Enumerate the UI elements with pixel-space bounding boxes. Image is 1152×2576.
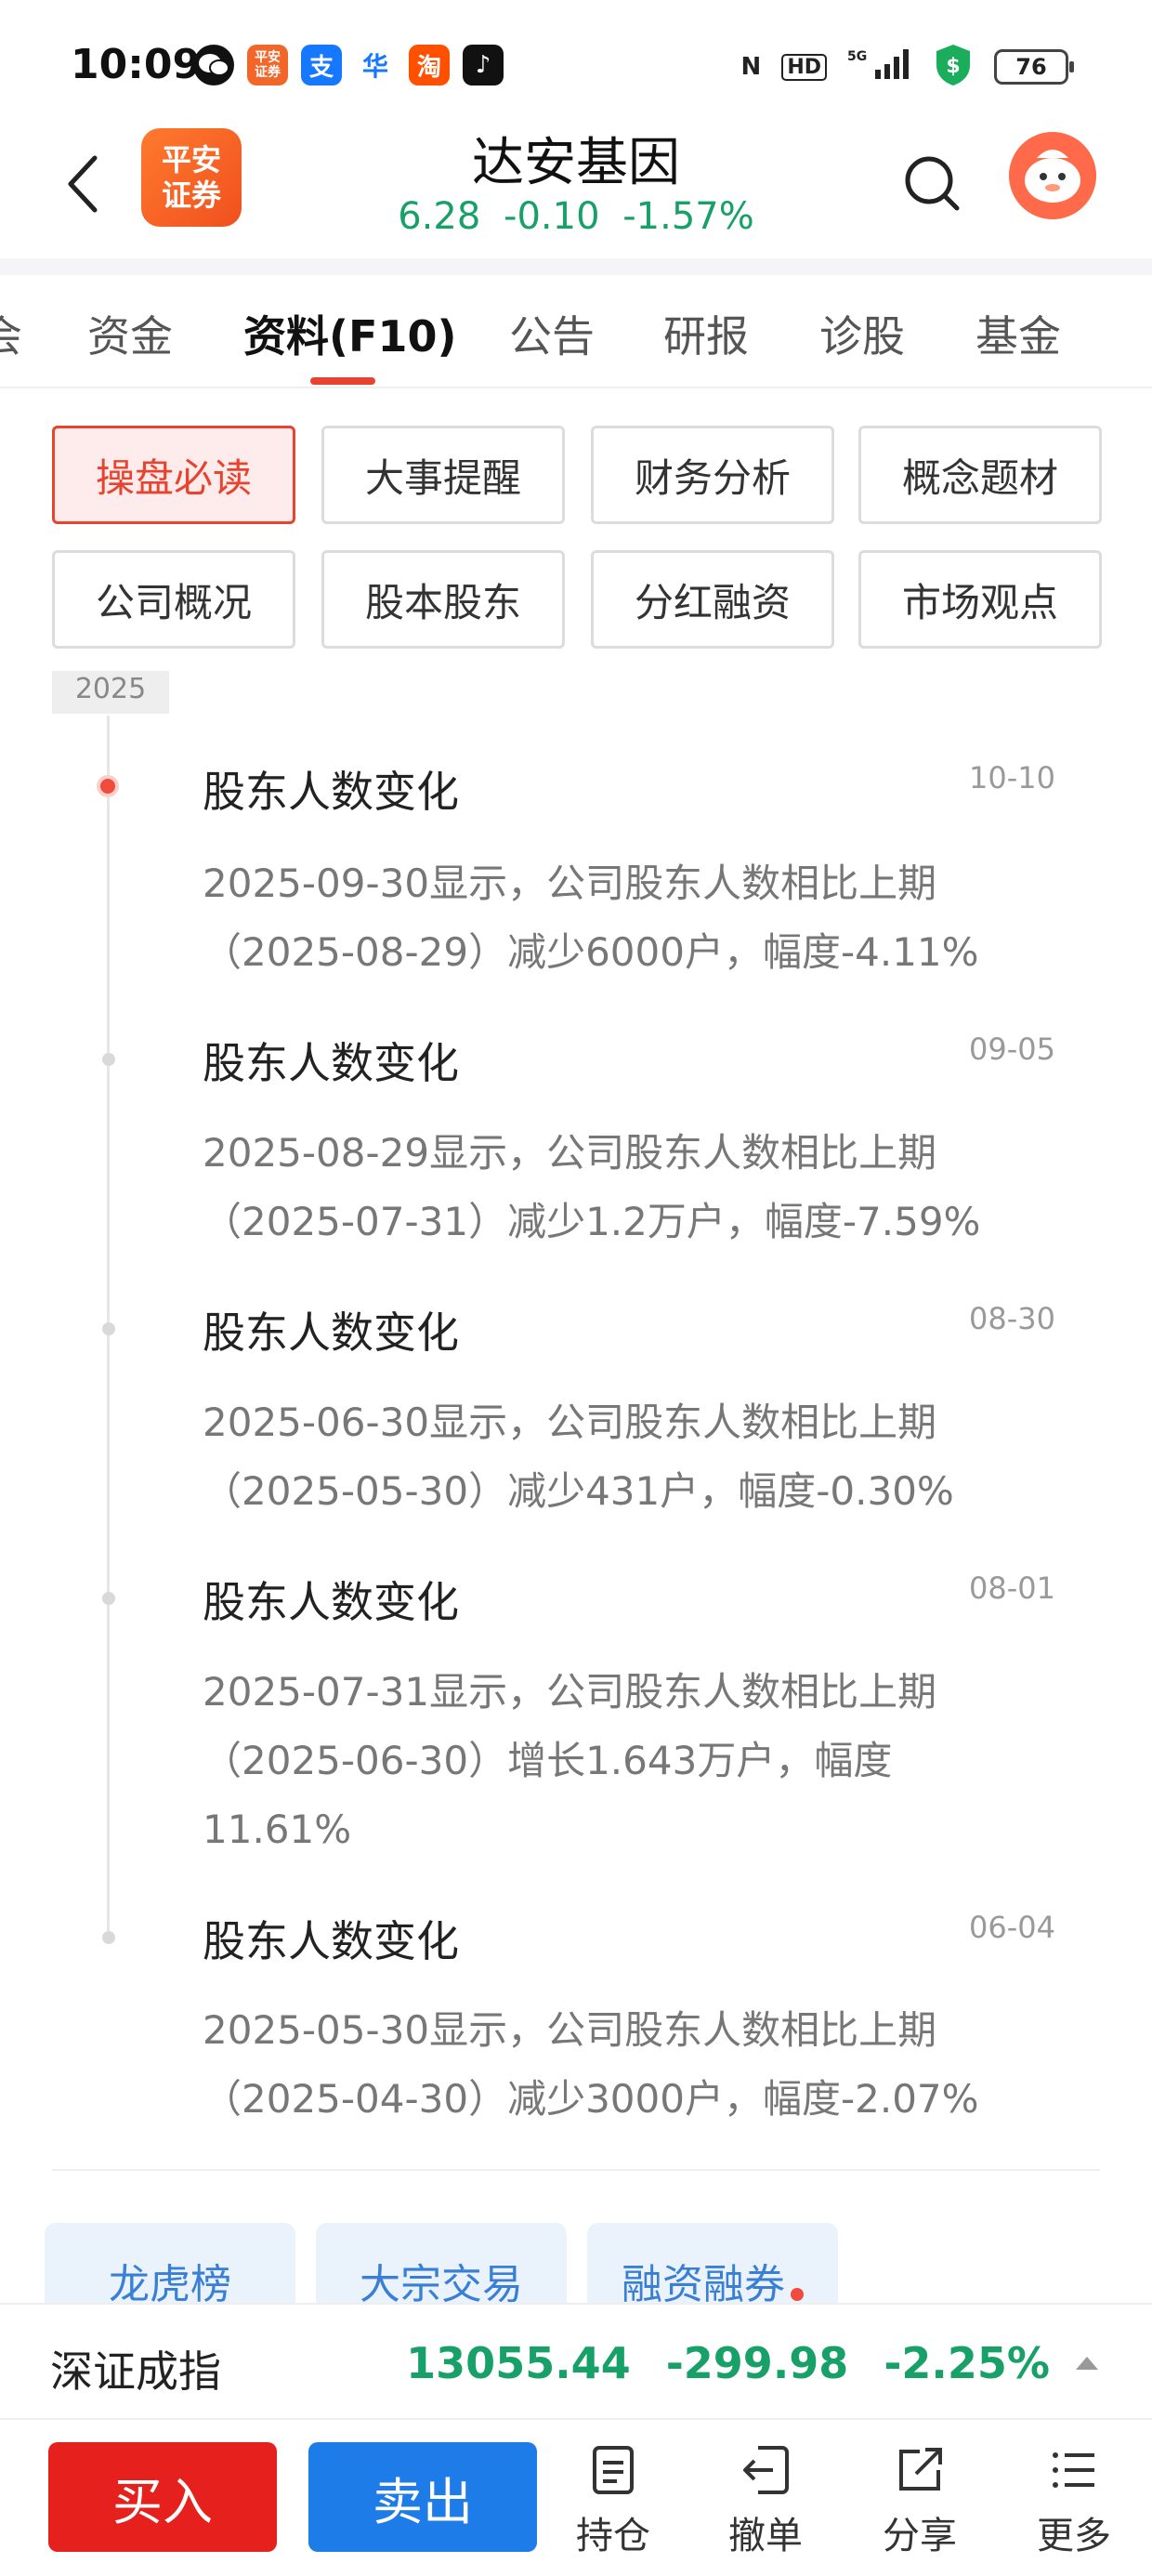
notification-icons: 平安 证券 支 华 淘 ♪ [193, 45, 504, 85]
mascot-icon [1009, 132, 1096, 219]
index-values: 13055.44 -299.98 -2.25% [406, 2338, 1050, 2388]
taobao-icon: 淘 [409, 45, 450, 85]
event-date: 08-01 [969, 1571, 1055, 1606]
grid-events[interactable]: 大事提醒 [321, 426, 565, 524]
avatar[interactable] [1009, 132, 1096, 219]
event-description: 2025-09-30显示，公司股东人数相比上期 （2025-08-29）减少60… [203, 861, 979, 975]
svg-text:5G: 5G [847, 49, 867, 64]
index-change-pct: -2.25% [884, 2338, 1050, 2388]
system-icons: N HD 5G $ 76 [740, 43, 1074, 91]
grid-shareholders[interactable]: 股本股东 [321, 550, 565, 649]
event-date: 10-10 [969, 760, 1055, 795]
alipay-icon: 支 [301, 45, 342, 85]
menu-icon [1053, 2452, 1094, 2488]
hd-icon: HD [781, 53, 827, 81]
timeline-dot [102, 1322, 115, 1335]
stock-quote: 6.28 -0.10 -1.57% [0, 195, 1152, 238]
share-button[interactable]: 分享 [864, 2442, 975, 2563]
timeline-dot [102, 1931, 115, 1944]
signal-icon: 5G [847, 47, 912, 87]
tab-bar: 会 资金 资料(F10) 公告 研报 诊股 基金 [0, 275, 1152, 388]
event-description: 2025-06-30显示，公司股东人数相比上期 （2025-05-30）减少43… [203, 1400, 954, 1514]
battery-icon: 76 [994, 49, 1074, 85]
positions-button[interactable]: 持仓 [557, 2442, 669, 2563]
nfc-icon: N [740, 53, 762, 81]
more-label: 更多 [1037, 2515, 1111, 2557]
event-date: 09-05 [969, 1032, 1055, 1067]
tab-funds[interactable]: 资金 [87, 303, 173, 364]
event-description: 2025-07-31显示，公司股东人数相比上期 （2025-06-30）增长1.… [203, 1669, 937, 1852]
grid-company-overview[interactable]: 公司概况 [52, 550, 295, 649]
grid-dividends[interactable]: 分红融资 [591, 550, 834, 649]
tab-f10[interactable]: 资料(F10) [243, 303, 456, 364]
timeline-dot [102, 1053, 115, 1066]
grid-must-read[interactable]: 操盘必读 [52, 426, 295, 524]
more-button[interactable]: 更多 [1018, 2442, 1130, 2563]
status-time: 10:09 [71, 41, 202, 88]
buy-button[interactable]: 买入 [48, 2442, 277, 2552]
search-icon [905, 156, 960, 211]
stock-change-pct: -1.57% [622, 195, 754, 238]
index-ticker[interactable]: 深证成指 13055.44 -299.98 -2.25% [0, 2303, 1152, 2420]
status-bar: 10:09 平安 证券 支 华 淘 ♪ N HD 5G $ 76 [0, 0, 1152, 121]
active-tab-indicator [310, 377, 375, 385]
event-title[interactable]: 股东人数变化 [203, 1030, 459, 1091]
undo-icon [743, 2446, 789, 2494]
notification-dot [791, 2288, 804, 2301]
event-title[interactable]: 股东人数变化 [203, 1908, 459, 1969]
app-icon: 华 [355, 45, 396, 85]
event-description: 2025-08-29显示，公司股东人数相比上期 （2025-07-31）减少1.… [203, 1130, 981, 1244]
document-icon [593, 2446, 634, 2494]
header-divider [0, 258, 1152, 275]
search-button[interactable] [899, 151, 964, 216]
timeline-dot-active [97, 775, 119, 797]
pingan-icon: 平安 证券 [247, 45, 288, 85]
timeline-dot [102, 1592, 115, 1605]
event-date: 06-04 [969, 1910, 1055, 1945]
caret-up-icon[interactable] [1076, 2357, 1098, 2370]
index-name: 深证成指 [50, 2346, 221, 2397]
stock-name: 达安基因 [472, 133, 680, 193]
cancel-order-button[interactable]: 撤单 [710, 2442, 821, 2563]
bottom-action-bar: 买入 卖出 持仓 撤单 分享 更多 [0, 2420, 1152, 2576]
tab-research[interactable]: 研报 [663, 303, 749, 364]
event-title[interactable]: 股东人数变化 [203, 1299, 459, 1360]
event-date: 08-30 [969, 1301, 1055, 1336]
grid-market-views[interactable]: 市场观点 [858, 550, 1102, 649]
share-icon [899, 2448, 942, 2491]
stock-header: 平安 证券 达安基因 6.28 -0.10 -1.57% [0, 121, 1152, 260]
cancel-order-label: 撤单 [728, 2515, 803, 2557]
event-title[interactable]: 股东人数变化 [203, 758, 459, 820]
event-description: 2025-05-30显示，公司股东人数相比上期 （2025-04-30）减少30… [203, 2007, 979, 2122]
grid-financials[interactable]: 财务分析 [591, 426, 834, 524]
tab-diagnosis[interactable]: 诊股 [819, 303, 905, 364]
share-label: 分享 [883, 2515, 957, 2557]
event-title[interactable]: 股东人数变化 [203, 1569, 459, 1630]
tiktok-icon: ♪ [463, 45, 504, 85]
section-divider [52, 2169, 1100, 2171]
tab-announcements[interactable]: 公告 [509, 303, 595, 364]
year-tag: 2025 [52, 671, 169, 714]
svg-text:$: $ [946, 55, 960, 78]
index-value: 13055.44 [406, 2338, 631, 2388]
shield-icon: $ [933, 43, 974, 91]
positions-label: 持仓 [576, 2515, 650, 2557]
stock-change: -0.10 [504, 195, 600, 238]
index-change: -299.98 [665, 2338, 849, 2388]
tab-fund[interactable]: 基金 [975, 303, 1061, 364]
grid-concepts[interactable]: 概念题材 [858, 426, 1102, 524]
tab-partial[interactable]: 会 [0, 303, 22, 364]
stock-price: 6.28 [398, 195, 481, 238]
wechat-icon [193, 45, 234, 85]
sell-button[interactable]: 卖出 [308, 2442, 537, 2552]
